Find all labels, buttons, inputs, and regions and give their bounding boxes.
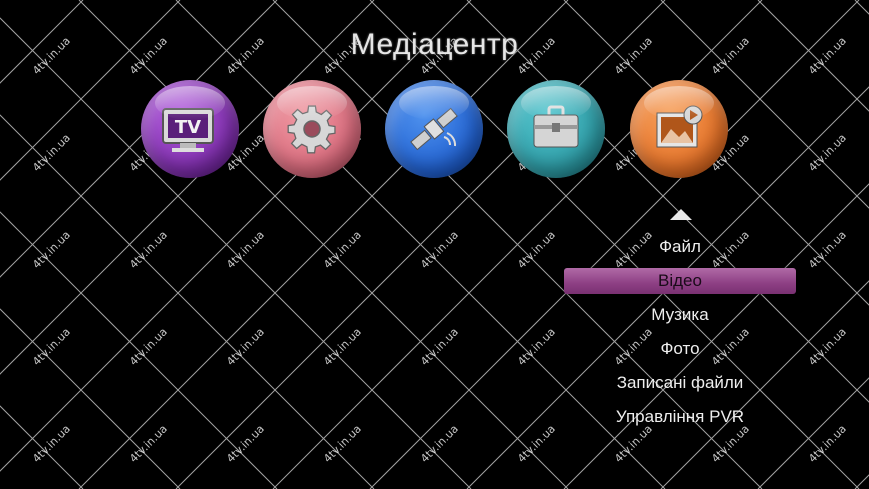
- satellite-menu-button[interactable]: [385, 80, 483, 178]
- watermark-line: [0, 308, 181, 489]
- menu-item-video[interactable]: Відео: [564, 268, 796, 294]
- watermark-text: 4tv.in.ua: [515, 422, 558, 466]
- watermark-text: 4tv.in.ua: [224, 325, 267, 369]
- tv-icon: TV: [162, 108, 214, 152]
- toolbox-icon: [533, 105, 579, 148]
- watermark-text: 4tv.in.ua: [127, 325, 170, 369]
- watermark-line: [0, 211, 278, 489]
- watermark-text: 4tv.in.ua: [321, 325, 364, 369]
- watermark-text: 4tv.in.ua: [806, 325, 849, 369]
- watermark-line: [78, 0, 569, 489]
- watermark-text: 4tv.in.ua: [806, 422, 849, 466]
- media-center-menu-button[interactable]: [630, 80, 728, 178]
- tv-menu-button[interactable]: TV: [141, 80, 239, 178]
- watermark-text: 4tv.in.ua: [30, 228, 73, 272]
- watermark-line: [0, 114, 375, 489]
- watermark-text: 4tv.in.ua: [30, 325, 73, 369]
- watermark-text: 4tv.in.ua: [515, 228, 558, 272]
- watermark-line: [78, 0, 569, 489]
- watermark-text: 4tv.in.ua: [418, 325, 461, 369]
- watermark-line: [854, 0, 869, 15]
- satellite-icon: [410, 107, 458, 151]
- watermark-line: [0, 0, 278, 278]
- watermark-text: 4tv.in.ua: [418, 422, 461, 466]
- scroll-up-arrow-icon[interactable]: [670, 209, 692, 220]
- watermark-line: [0, 0, 181, 181]
- watermark-line: [0, 0, 375, 375]
- watermark-text: 4tv.in.ua: [224, 228, 267, 272]
- watermark-text: 4tv.in.ua: [806, 228, 849, 272]
- watermark-text: 4tv.in.ua: [127, 422, 170, 466]
- page-title: Медіацентр: [350, 28, 519, 61]
- svg-text:TV: TV: [175, 117, 201, 138]
- watermark-text: 4tv.in.ua: [515, 325, 558, 369]
- menu-item-pvr-management[interactable]: Управління PVR: [564, 404, 796, 430]
- watermark-text: 4tv.in.ua: [321, 228, 364, 272]
- watermark-text: 4tv.in.ua: [418, 228, 461, 272]
- gear-icon: [287, 105, 336, 154]
- watermark-text: 4tv.in.ua: [30, 422, 73, 466]
- menu-item-music[interactable]: Музика: [564, 302, 796, 328]
- watermark-text: 4tv.in.ua: [321, 422, 364, 466]
- watermark-line: [0, 17, 472, 489]
- menu-item-photo[interactable]: Фото: [564, 336, 796, 362]
- settings-menu-button[interactable]: [263, 80, 361, 178]
- tools-menu-button[interactable]: [507, 80, 605, 178]
- media-icon: [656, 105, 703, 148]
- watermark-line: [0, 0, 472, 472]
- main-menu-icons: TV: [0, 80, 869, 180]
- menu-item-file[interactable]: Файл: [564, 234, 796, 260]
- watermark-text: 4tv.in.ua: [127, 228, 170, 272]
- watermark-text: 4tv.in.ua: [224, 422, 267, 466]
- menu-item-recorded-files[interactable]: Записані файли: [564, 370, 796, 396]
- watermark-line: [0, 0, 84, 84]
- watermark-line: [854, 474, 869, 489]
- watermark-line: [0, 405, 84, 489]
